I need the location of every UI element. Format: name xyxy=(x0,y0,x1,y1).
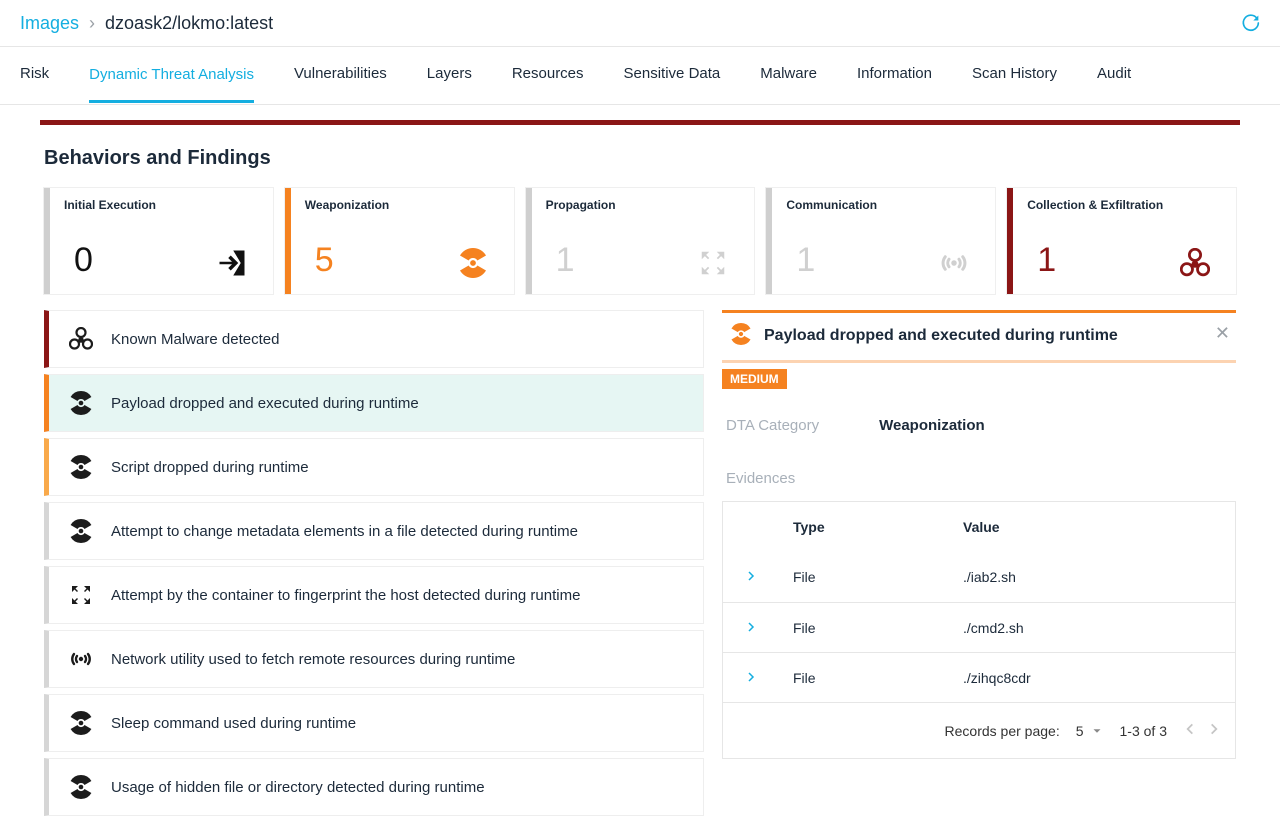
tab-resources[interactable]: Resources xyxy=(512,65,584,86)
detail-accent-line xyxy=(722,360,1236,363)
radiation-icon xyxy=(69,391,93,415)
card-value: 1 xyxy=(1037,241,1056,280)
pager-per-page[interactable]: 5 xyxy=(1076,723,1104,739)
breadcrumb-separator: › xyxy=(89,13,95,34)
finding-label: Payload dropped and executed during runt… xyxy=(111,395,419,412)
finding-row[interactable]: Sleep command used during runtime xyxy=(44,694,704,752)
tab-audit[interactable]: Audit xyxy=(1097,65,1131,86)
detail-category-label: DTA Category xyxy=(726,417,819,434)
biohazard-icon xyxy=(1180,248,1210,278)
card-title: Initial Execution xyxy=(64,198,259,212)
radiation-icon xyxy=(458,248,488,278)
finding-row[interactable]: Payload dropped and executed during runt… xyxy=(44,374,704,432)
entry-icon xyxy=(217,248,247,278)
evidence-row[interactable]: File./zihqc8cdr xyxy=(723,652,1235,702)
pager-range: 1-3 of 3 xyxy=(1120,723,1167,739)
evidence-type: File xyxy=(779,620,949,636)
tab-vulnerabilities[interactable]: Vulnerabilities xyxy=(294,65,387,86)
card-weapon[interactable]: Weaponization 5 xyxy=(285,188,514,294)
card-title: Communication xyxy=(786,198,981,212)
pager-next[interactable] xyxy=(1207,722,1221,739)
table-pager: Records per page: 5 1-3 of 3 xyxy=(723,702,1235,758)
card-exfil[interactable]: Collection & Exfiltration 1 xyxy=(1007,188,1236,294)
tab-dynamic-threat-analysis[interactable]: Dynamic Threat Analysis xyxy=(89,48,254,103)
card-value: 1 xyxy=(556,241,575,280)
tab-malware[interactable]: Malware xyxy=(760,65,817,86)
finding-label: Script dropped during runtime xyxy=(111,459,309,476)
section-title: Behaviors and Findings xyxy=(44,147,1236,170)
radiation-icon xyxy=(69,775,93,799)
radiation-icon xyxy=(69,455,93,479)
pager-label: Records per page: xyxy=(945,723,1060,739)
evidence-value: ./cmd2.sh xyxy=(949,620,1235,636)
finding-row[interactable]: Usage of hidden file or directory detect… xyxy=(44,758,704,816)
detail-title: Payload dropped and executed during runt… xyxy=(764,327,1118,345)
finding-label: Attempt by the container to fingerprint … xyxy=(111,587,580,604)
finding-label: Network utility used to fetch remote res… xyxy=(111,651,515,668)
finding-row[interactable]: Script dropped during runtime xyxy=(44,438,704,496)
card-initial[interactable]: Initial Execution 0 xyxy=(44,188,273,294)
finding-row[interactable]: Attempt by the container to fingerprint … xyxy=(44,566,704,624)
finding-detail-panel: Payload dropped and executed during runt… xyxy=(722,310,1236,816)
signal-icon xyxy=(939,248,969,278)
finding-label: Attempt to change metadata elements in a… xyxy=(111,523,578,540)
findings-list: Known Malware detected Payload dropped an… xyxy=(44,310,704,816)
close-icon[interactable]: ✕ xyxy=(1215,323,1230,344)
expand-icon xyxy=(69,583,93,607)
card-value: 5 xyxy=(315,241,334,280)
card-value: 1 xyxy=(796,241,815,280)
evidence-row[interactable]: File./iab2.sh xyxy=(723,552,1235,602)
chevron-right-icon[interactable] xyxy=(745,569,757,585)
alert-bar xyxy=(40,120,1240,125)
card-value: 0 xyxy=(74,241,93,280)
tab-risk[interactable]: Risk xyxy=(20,65,49,86)
finding-label: Sleep command used during runtime xyxy=(111,715,356,732)
breadcrumb-link-images[interactable]: Images xyxy=(20,13,79,34)
card-title: Collection & Exfiltration xyxy=(1027,198,1222,212)
finding-row[interactable]: Known Malware detected xyxy=(44,310,704,368)
evidence-type: File xyxy=(779,569,949,585)
pager-prev[interactable] xyxy=(1183,722,1197,739)
card-title: Weaponization xyxy=(305,198,500,212)
tab-scan-history[interactable]: Scan History xyxy=(972,65,1057,86)
tab-layers[interactable]: Layers xyxy=(427,65,472,86)
tabs: Risk Dynamic Threat Analysis Vulnerabiliti… xyxy=(0,47,1280,105)
tab-sensitive-data[interactable]: Sensitive Data xyxy=(624,65,721,86)
finding-label: Known Malware detected xyxy=(111,331,279,348)
radiation-icon xyxy=(69,711,93,735)
chevron-right-icon[interactable] xyxy=(745,670,757,686)
detail-category-value: Weaponization xyxy=(879,417,985,434)
finding-label: Usage of hidden file or directory detect… xyxy=(111,779,485,796)
severity-badge: MEDIUM xyxy=(722,369,787,389)
breadcrumb: Images › dzoask2/lokmo:latest xyxy=(0,0,1280,47)
signal-icon xyxy=(69,647,93,671)
finding-row[interactable]: Network utility used to fetch remote res… xyxy=(44,630,704,688)
tab-information[interactable]: Information xyxy=(857,65,932,86)
stat-cards: Initial Execution 0 Weaponization 5 Propagat… xyxy=(44,188,1236,294)
evidence-value: ./zihqc8cdr xyxy=(949,670,1235,686)
finding-row[interactable]: Attempt to change metadata elements in a… xyxy=(44,502,704,560)
card-communication[interactable]: Communication 1 xyxy=(766,188,995,294)
biohazard-icon xyxy=(69,327,93,351)
evidence-row[interactable]: File./cmd2.sh xyxy=(723,602,1235,652)
card-propagation[interactable]: Propagation 1 xyxy=(526,188,755,294)
refresh-icon[interactable] xyxy=(1240,13,1260,33)
expand-icon xyxy=(698,248,728,278)
evidences-header-type: Type xyxy=(779,519,949,535)
evidences-header-value: Value xyxy=(949,519,1235,535)
evidence-value: ./iab2.sh xyxy=(949,569,1235,585)
evidences-table: Type Value File./iab2.shFile./cmd2.shFil… xyxy=(722,501,1236,759)
radiation-icon xyxy=(69,519,93,543)
caret-down-icon xyxy=(1090,724,1104,738)
card-title: Propagation xyxy=(546,198,741,212)
breadcrumb-current: dzoask2/lokmo:latest xyxy=(105,13,273,34)
evidences-heading: Evidences xyxy=(726,470,1232,487)
evidence-type: File xyxy=(779,670,949,686)
radiation-icon xyxy=(730,323,752,348)
chevron-right-icon[interactable] xyxy=(745,620,757,636)
